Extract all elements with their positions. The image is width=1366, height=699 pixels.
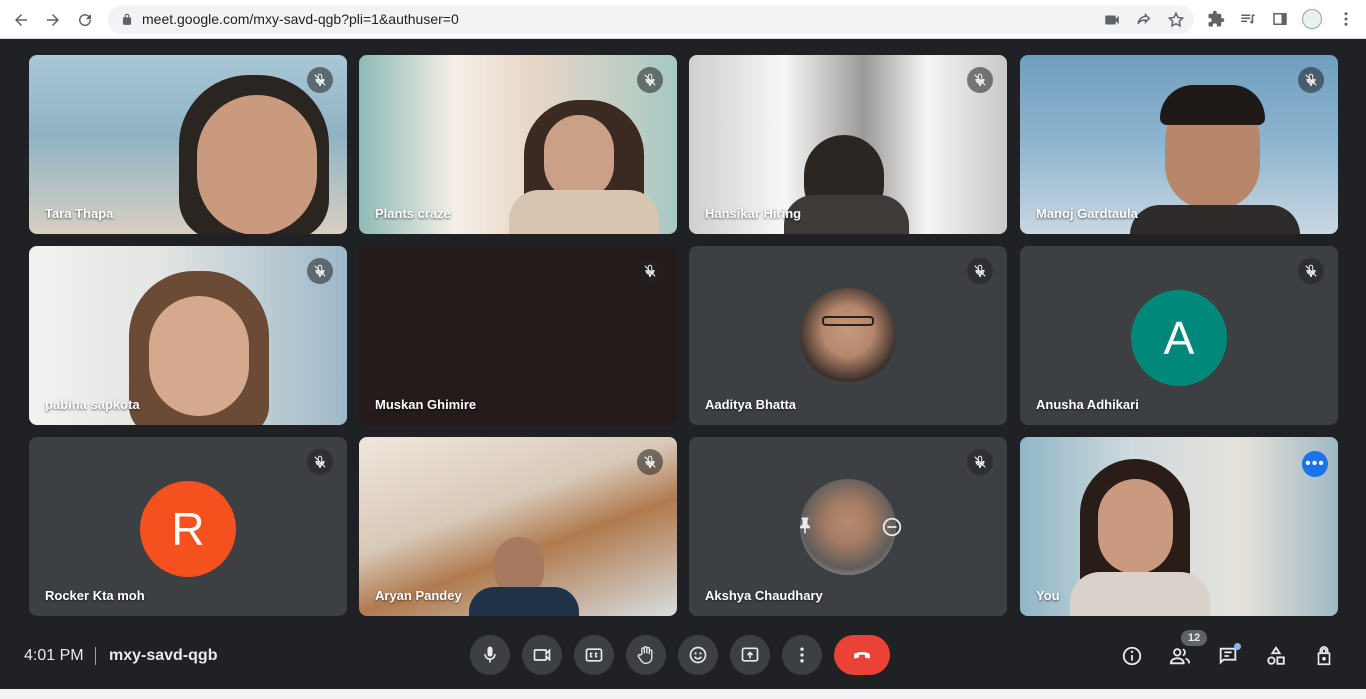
more-vert-icon [800,647,804,663]
avatar: R [140,481,236,577]
participant-tile[interactable]: Hansikar Hiring [689,55,1007,234]
pin-icon[interactable] [795,515,815,535]
muted-mic-icon [1298,67,1324,93]
chat-notification-dot [1234,643,1241,650]
muted-mic-icon [967,67,993,93]
videocam-icon [533,648,551,662]
activities-button[interactable] [1264,644,1288,668]
divider [95,647,96,665]
participant-name: Muskan Ghimire [375,397,477,412]
avatar: A [1131,290,1227,386]
participant-name: Aaditya Bhatta [705,397,797,412]
participant-tile[interactable]: Akshya Chaudhary [689,437,1007,616]
bookmark-star-icon[interactable] [1167,11,1185,29]
hand-icon [637,646,653,664]
control-bar: 4:01 PM mxy-savd-qgb [0,624,1366,689]
side-panel-icon[interactable] [1271,10,1289,28]
people-icon [1169,648,1191,665]
forward-icon[interactable] [40,7,66,33]
people-button[interactable] [1168,644,1192,668]
emoji-icon [689,646,707,664]
muted-mic-icon [637,67,663,93]
activities-icon [1267,646,1285,665]
self-view-tile[interactable]: ••• You [1020,437,1338,616]
participant-name: You [1036,588,1060,603]
more-options-icon[interactable]: ••• [1302,451,1328,477]
participant-tile[interactable]: Aaditya Bhatta [689,246,1007,425]
lock-icon [122,13,132,25]
participant-name: Tara Thapa [45,206,114,221]
participant-tile[interactable]: pabina sapkota [29,246,347,425]
reload-icon[interactable] [72,7,98,33]
call-end-icon [854,652,870,659]
present-screen-icon [741,647,759,662]
closed-captions-icon [585,648,603,662]
meeting-code: mxy-savd-qgb [109,647,218,664]
participant-tile[interactable]: Manoj Gardtaula [1020,55,1338,234]
participant-tile[interactable]: Aryan Pandey [359,437,677,616]
participant-name: Akshya Chaudhary [705,588,823,603]
participant-name: Plants craze [375,206,451,221]
more-options-button[interactable] [782,635,822,675]
participant-tile[interactable]: A Anusha Adhikari [1020,246,1338,425]
participant-name: Rocker Kta moh [45,588,145,603]
leave-call-button[interactable] [834,635,890,675]
browser-toolbar: meet.google.com/mxy-savd-qgb?pli=1&authu… [0,0,1366,39]
avatar [800,288,896,384]
menu-dots-icon[interactable] [1337,10,1355,28]
muted-mic-icon [307,67,333,93]
participant-name: pabina sapkota [45,397,140,412]
reactions-button[interactable] [678,635,718,675]
participant-tile[interactable]: Plants craze [359,55,677,234]
muted-mic-icon [637,258,663,284]
participant-tile[interactable]: Tara Thapa [29,55,347,234]
muted-mic-icon [1298,258,1324,284]
host-controls-button[interactable] [1312,644,1336,668]
taskbar-edge [0,689,1366,699]
captions-button[interactable] [574,635,614,675]
participant-name: Hansikar Hiring [705,206,802,221]
present-button[interactable] [730,635,770,675]
participant-tile[interactable]: Muskan Ghimire [359,246,677,425]
participant-name: Anusha Adhikari [1036,397,1139,412]
host-lock-icon [1317,646,1331,666]
profile-avatar[interactable] [1302,9,1322,29]
url-text: meet.google.com/mxy-savd-qgb?pli=1&authu… [142,11,459,27]
participant-tile[interactable]: R Rocker Kta moh [29,437,347,616]
meeting-time: 4:01 PM [24,647,84,664]
muted-mic-icon [967,258,993,284]
raise-hand-button[interactable] [626,635,666,675]
muted-mic-icon [307,449,333,475]
info-icon [1122,646,1142,666]
participant-name: Manoj Gardtaula [1036,206,1138,221]
mic-icon [484,646,496,663]
participant-count-badge: 12 [1181,630,1207,646]
remove-icon[interactable] [881,516,903,538]
camera-button[interactable] [522,635,562,675]
meeting-details-button[interactable] [1120,644,1144,668]
back-icon[interactable] [8,7,34,33]
video-feed [1020,437,1338,616]
muted-mic-icon [637,449,663,475]
participant-name: Aryan Pandey [375,588,462,603]
extensions-icon[interactable] [1207,10,1225,28]
microphone-button[interactable] [470,635,510,675]
muted-mic-icon [967,449,993,475]
muted-mic-icon [307,258,333,284]
share-icon[interactable] [1135,11,1153,29]
camera-site-icon[interactable] [1103,11,1121,29]
media-control-icon[interactable] [1239,10,1257,28]
address-bar[interactable]: meet.google.com/mxy-savd-qgb?pli=1&authu… [108,5,1194,34]
